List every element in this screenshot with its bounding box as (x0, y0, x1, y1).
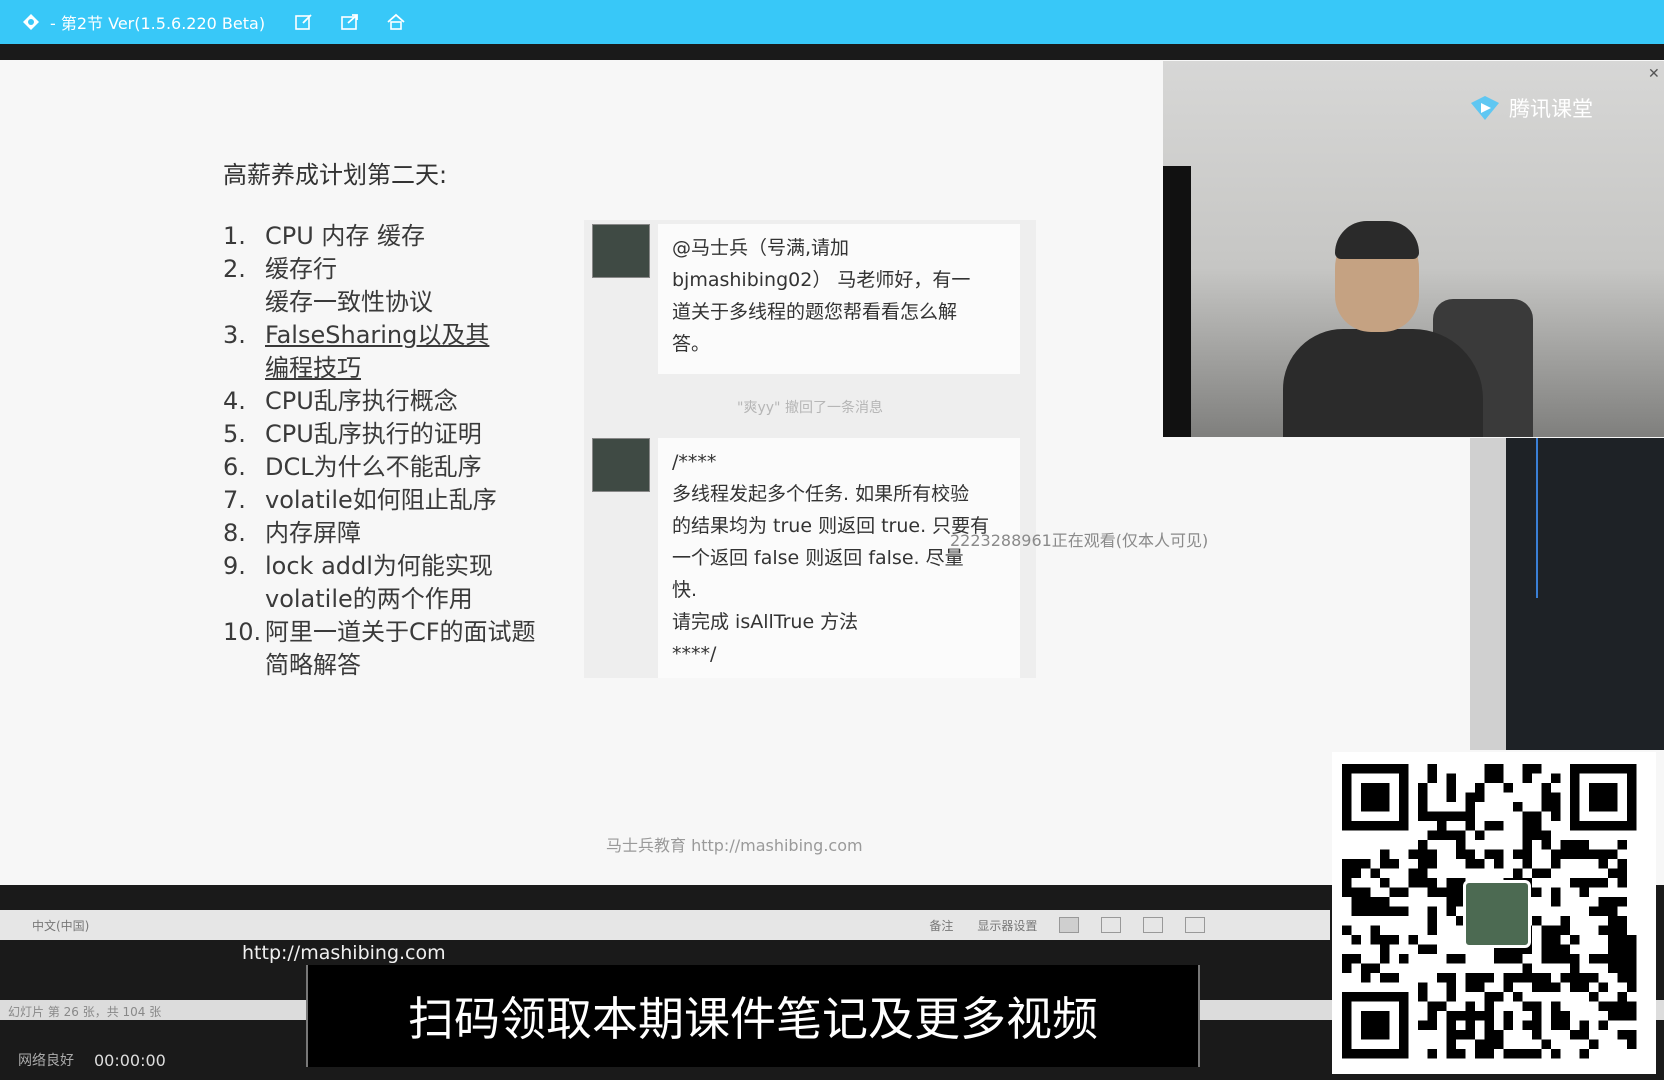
window-title: - 第2节 Ver(1.5.6.220 Beta) (50, 14, 266, 33)
qr-center-logo (1463, 880, 1531, 948)
title-bar: - 第2节 Ver(1.5.6.220 Beta) (0, 0, 1664, 44)
promo-banner: 扫码领取本期课件笔记及更多视频 (306, 965, 1200, 1067)
notes-button[interactable]: 备注 (929, 917, 953, 934)
status-bar: 中文(中国) 备注 显示器设置 (0, 910, 1330, 940)
normal-view-icon[interactable] (1059, 917, 1080, 933)
list-item: 3. FalseSharing以及其 编程技巧 (223, 321, 490, 382)
player-bar: 网络良好 00:00:00 (0, 1040, 300, 1080)
slide-heading: 高薪养成计划第二天: (223, 161, 448, 189)
logo-icon (22, 13, 40, 31)
elapsed-time: 00:00:00 (94, 1050, 166, 1070)
slide-counter: 幻灯片 第 26 张，共 104 张 (8, 1005, 162, 1019)
list-item: 4. CPU乱序执行概念 (223, 387, 458, 415)
chat-message-2: /**** 多线程发起多个任务. 如果所有校验 的结果均为 true 则返回 t… (658, 438, 1020, 678)
network-status: 网络良好 (18, 1053, 74, 1069)
agenda-list: 1. CPU 内存 缓存 2. 缓存行 缓存一致性协议 3. FalseSharing… (223, 220, 585, 682)
list-item: 9. lock addl为何能实现 volatile的两个作用 (223, 552, 493, 613)
qr-code (1332, 752, 1656, 1074)
sorter-view-icon[interactable] (1101, 917, 1122, 933)
share-icon[interactable] (337, 9, 363, 35)
side-panel (1470, 438, 1664, 750)
recall-notice: "爽yy" 撤回了一条消息 (737, 400, 883, 416)
list-item: 7. volatile如何阻止乱序 (223, 486, 497, 514)
list-item: 8. 内存屏障 (223, 519, 361, 547)
avatar (592, 438, 650, 492)
chat-message-1: @马士兵（号满,请加 bjmashibing02） 马老师好，有一 道关于多线程… (658, 224, 1020, 374)
slideshow-view-icon[interactable] (1185, 917, 1206, 933)
tencent-classroom-logo-icon (1469, 95, 1501, 121)
edit-icon[interactable] (291, 9, 317, 35)
viewer-watermark: 2223288961正在观看(仅本人可见) (950, 531, 1209, 550)
chat-screenshot: @马士兵（号满,请加 bjmashibing02） 马老师好，有一 道关于多线程… (584, 220, 1036, 678)
video-brand: 腾讯课堂 (1469, 93, 1593, 123)
list-item: 2. 缓存行 缓存一致性协议 (223, 255, 433, 316)
list-item: 10. 阿里一道关于CF的面试题 简略解答 (223, 618, 536, 679)
home-icon[interactable] (383, 9, 409, 35)
reading-view-icon[interactable] (1143, 917, 1164, 933)
list-item: 5. CPU乱序执行的证明 (223, 420, 482, 448)
list-item: 1. CPU 内存 缓存 (223, 222, 426, 250)
webcam-video: 腾讯课堂 (1163, 61, 1664, 437)
list-item: 6. DCL为什么不能乱序 (223, 453, 482, 481)
brand-name: 腾讯课堂 (1509, 97, 1593, 121)
display-settings-button[interactable]: 显示器设置 (977, 917, 1037, 934)
overlay-url: http://mashibing.com (242, 942, 446, 964)
avatar (592, 224, 650, 278)
slide-footer-url: 马士兵教育 http://mashibing.com (606, 836, 863, 855)
close-icon[interactable]: ✕ (1648, 66, 1660, 82)
language-indicator: 中文(中国) (32, 918, 90, 933)
